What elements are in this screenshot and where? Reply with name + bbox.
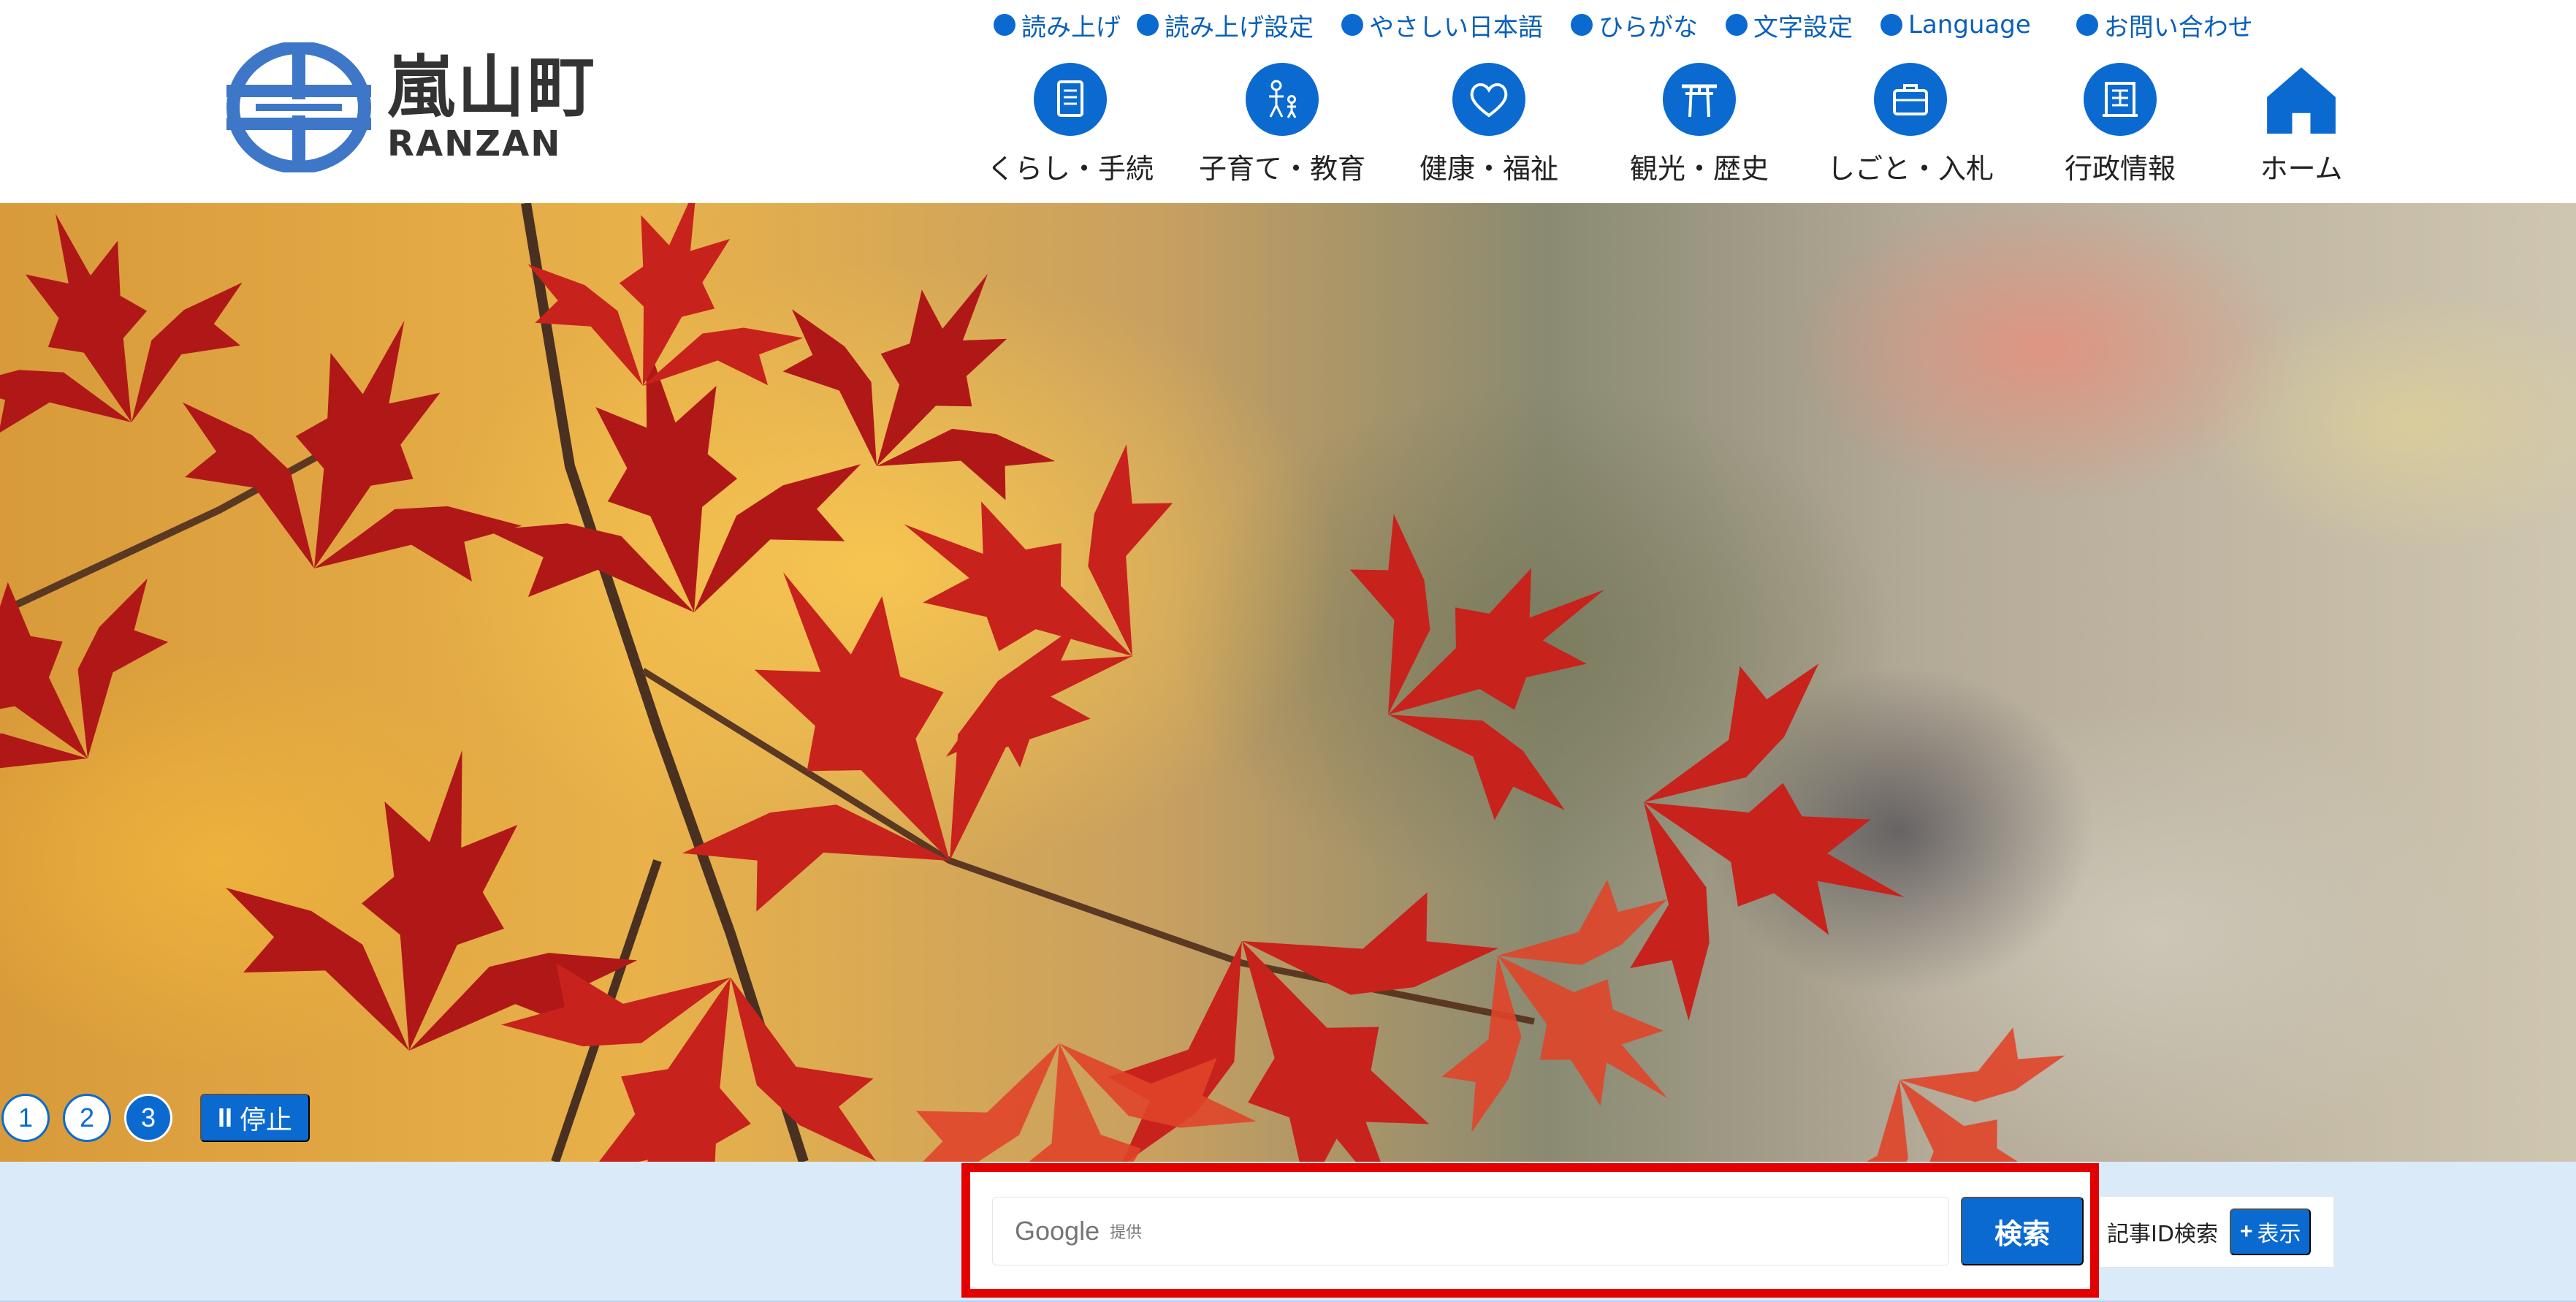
nav-label: 健康・福祉: [1419, 153, 1558, 185]
search-button[interactable]: 検索: [1961, 1197, 2084, 1265]
util-label: お問い合わせ: [2103, 12, 2253, 42]
contact-link[interactable]: お問い合わせ: [2076, 7, 2253, 43]
language-link[interactable]: Language: [1880, 10, 2031, 39]
bullet-icon: [2076, 14, 2098, 36]
home-icon: [2265, 63, 2338, 136]
nav-childcare-education[interactable]: 子育て・教育: [1191, 63, 1373, 187]
bullet-icon: [1137, 14, 1159, 36]
nav-home[interactable]: ホーム: [2221, 63, 2382, 187]
bullet-icon: [1571, 14, 1593, 36]
bullet-icon: [1880, 14, 1902, 36]
nav-label: しごと・入札: [1826, 153, 1994, 185]
logo-roman: RANZAN: [387, 123, 562, 164]
site-search-form: Google 提供 検索: [961, 1163, 2099, 1298]
nav-label: 子育て・教育: [1198, 153, 1365, 185]
text-settings-link[interactable]: 文字設定: [1726, 7, 1853, 43]
nav-health-welfare[interactable]: 健康・福祉: [1409, 63, 1569, 187]
article-id-search: 記事ID検索 + 表示: [2100, 1197, 2333, 1267]
google-logo: Google: [1015, 1216, 1100, 1246]
search-input[interactable]: Google 提供: [992, 1197, 1949, 1265]
nav-label: ホーム: [2260, 153, 2343, 185]
nav-label: 行政情報: [2064, 153, 2176, 185]
slide-dot-1[interactable]: 1: [1, 1094, 50, 1142]
easy-japanese-link[interactable]: やさしい日本語: [1341, 7, 1543, 43]
util-label: 読み上げ設定: [1165, 12, 1314, 42]
pause-label: 停止: [240, 1105, 293, 1135]
nav-living-procedures[interactable]: くらし・手続: [979, 63, 1162, 187]
read-aloud-settings-link[interactable]: 読み上げ設定: [1137, 7, 1314, 43]
read-aloud-link[interactable]: 読み上げ: [994, 7, 1121, 43]
util-label: 文字設定: [1753, 12, 1853, 42]
util-label: 読み上げ: [1021, 12, 1121, 42]
article-id-search-label: 記事ID検索: [2107, 1222, 2218, 1247]
provided-by-label: 提供: [1110, 1224, 1143, 1242]
document-icon: [1034, 63, 1107, 136]
bullet-icon: [1726, 14, 1748, 36]
site-logo[interactable]: 嵐山町 RANZAN: [226, 38, 621, 177]
nav-tourism-history[interactable]: 観光・歴史: [1619, 63, 1780, 187]
show-label: 表示: [2257, 1222, 2301, 1246]
logo-kanji: 嵐山町: [387, 48, 598, 126]
nav-work-bidding[interactable]: しごと・入札: [1819, 63, 2002, 187]
hiragana-link[interactable]: ひらがな: [1571, 7, 1698, 43]
site-header: 嵐山町 RANZAN 読み上げ 読み上げ設定 やさしい日本語 ひらがな 文字設定…: [0, 0, 2576, 203]
utility-nav: 読み上げ 読み上げ設定 やさしい日本語 ひらがな 文字設定 Language お…: [986, 6, 2253, 44]
util-label: ひらがな: [1598, 12, 1698, 42]
bullet-icon: [994, 14, 1015, 36]
nav-label: くらし・手続: [986, 153, 1154, 185]
article-id-show-button[interactable]: + 表示: [2229, 1208, 2312, 1255]
util-label: Language: [1908, 10, 2031, 39]
pause-icon: II: [218, 1103, 233, 1132]
torii-gate-icon: [1663, 63, 1736, 136]
heart-icon: [1452, 63, 1525, 136]
plus-icon: +: [2239, 1219, 2253, 1244]
town-emblem-icon: [226, 42, 371, 172]
briefcase-icon: [1874, 63, 1947, 136]
parent-child-icon: [1246, 63, 1319, 136]
building-icon: [2084, 63, 2157, 136]
bullet-icon: [1341, 14, 1363, 36]
util-label: やさしい日本語: [1369, 12, 1543, 42]
slider-controls: 1 2 3 II 停止: [0, 1089, 310, 1147]
nav-administration[interactable]: 行政情報: [2040, 63, 2200, 187]
slide-dot-2[interactable]: 2: [63, 1094, 111, 1142]
hero-slideshow: 1 2 3 II 停止: [0, 203, 2576, 1162]
slideshow-pause-button[interactable]: II 停止: [200, 1094, 310, 1142]
maple-leaves-image: [0, 203, 2143, 1162]
nav-label: 観光・歴史: [1629, 153, 1769, 185]
slide-dot-3[interactable]: 3: [124, 1094, 172, 1142]
